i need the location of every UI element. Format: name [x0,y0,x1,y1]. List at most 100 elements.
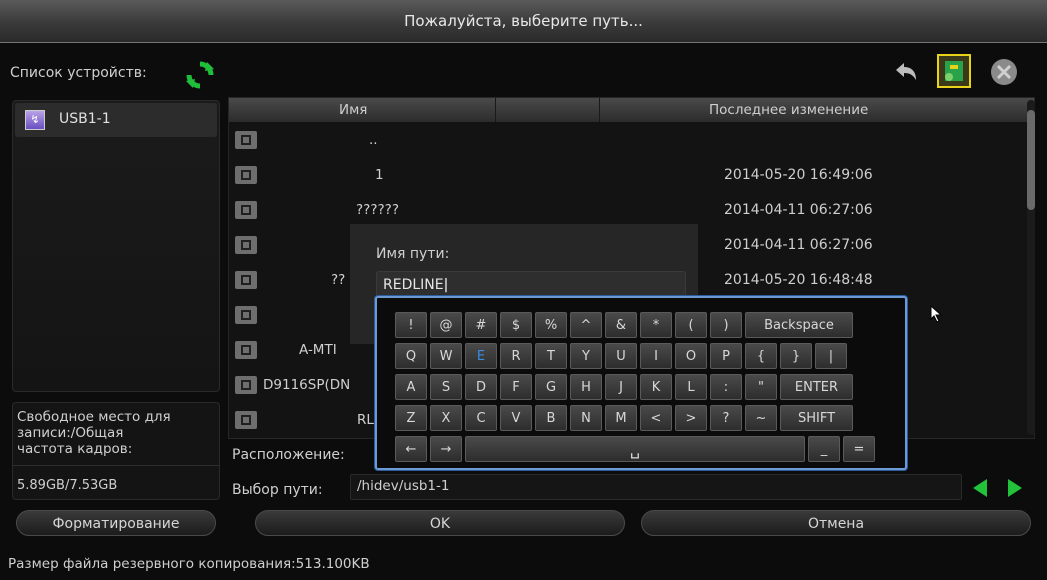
key-i[interactable]: I [640,343,672,369]
cancel-button[interactable]: Отмена [641,510,1031,536]
folder-icon [235,131,257,149]
path-name-input[interactable]: REDLINE| [376,271,686,298]
location-label: Расположение: [232,447,345,463]
key-l[interactable]: L [675,374,707,400]
key-=[interactable]: = [843,436,875,462]
free-space-label-line: записи:/Общая [17,425,124,441]
file-name: .. [369,132,378,148]
key-b[interactable]: B [535,405,567,431]
file-list-header: Имя Последнее изменение [229,98,1034,122]
file-row[interactable]: 1 2014-05-20 16:49:06 [229,158,1024,192]
file-date: 2014-04-11 06:27:06 [724,237,873,253]
new-folder-icon[interactable] [937,54,971,88]
key-^[interactable]: ^ [570,312,602,338]
column-header-name[interactable]: Имя [339,98,367,122]
key-z[interactable]: Z [395,405,427,431]
key-v[interactable]: V [500,405,532,431]
key-![interactable]: ! [395,312,427,338]
key-p[interactable]: P [710,343,742,369]
key-e[interactable]: E [465,343,497,369]
file-name: D9116SP(DN [263,377,351,393]
path-value: /hidev/usb1-1 [357,478,450,494]
key-left[interactable]: ← [395,436,427,462]
key-|[interactable]: | [815,343,847,369]
next-arrow-icon[interactable] [1008,479,1022,497]
path-field[interactable]: /hidev/usb1-1 [350,474,962,500]
key-"[interactable]: " [745,374,777,400]
free-space-box: Свободное место для записи:/Общая частот… [12,402,220,500]
file-name: RL [357,412,374,428]
key-space[interactable]: ␣ [465,436,805,462]
key-backspace[interactable]: Backspace [745,312,853,338]
ok-button[interactable]: OK [255,510,625,536]
key-c[interactable]: C [465,405,497,431]
file-name: ?? [331,272,346,288]
scrollbar-thumb[interactable] [1027,110,1035,210]
key-:[interactable]: : [710,374,742,400]
file-row[interactable]: ?????? 2014-04-11 06:27:06 [229,193,1024,227]
key-m[interactable]: M [605,405,637,431]
key-{[interactable]: { [745,343,777,369]
path-name-value: REDLINE [383,277,444,293]
text-cursor: | [443,277,449,293]
key-r[interactable]: R [500,343,532,369]
file-date: 2014-05-20 16:49:06 [724,167,873,183]
close-icon[interactable] [988,56,1020,88]
folder-icon [235,411,257,429]
refresh-icon[interactable] [185,60,215,90]
key-}[interactable]: } [780,343,812,369]
device-item-usb1-1[interactable]: ↯ USB1-1 [15,103,217,137]
key-@[interactable]: @ [430,312,462,338]
free-space-label-line: частота кадров: [17,441,133,457]
file-row[interactable]: .. [229,123,1024,157]
key-#[interactable]: # [465,312,497,338]
key-f[interactable]: F [500,374,532,400]
file-date: 2014-05-20 16:48:48 [724,272,873,288]
key-g[interactable]: G [535,374,567,400]
key-([interactable]: ( [675,312,707,338]
format-button[interactable]: Форматирование [16,510,216,536]
key-<[interactable]: < [640,405,672,431]
on-screen-keyboard: ! @ # $% ^ & *() Backspace Q W E R T Y U I O P{} | A S D F G H J K… [375,296,907,470]
key-a[interactable]: A [395,374,427,400]
key-d[interactable]: D [465,374,497,400]
free-space-label-line: Свободное место для [17,409,171,425]
key-&[interactable]: & [605,312,637,338]
key-s[interactable]: S [430,374,462,400]
key-*[interactable]: * [640,312,672,338]
key-shift[interactable]: SHIFT [780,405,853,431]
key-right[interactable]: → [430,436,462,462]
usb-drive-icon: ↯ [25,110,45,130]
key-n[interactable]: N [570,405,602,431]
file-name: 1 [375,167,384,183]
key-u[interactable]: U [605,343,637,369]
key-$[interactable]: $ [500,312,532,338]
column-header-modified[interactable]: Последнее изменение [709,98,868,122]
column-separator [599,98,600,122]
free-space-label: Свободное место для записи:/Общая частот… [17,409,171,457]
free-space-value: 5.89GB/7.53GB [17,478,118,493]
key-t[interactable]: T [535,343,567,369]
key-y[interactable]: Y [570,343,602,369]
key-k[interactable]: K [640,374,672,400]
previous-arrow-icon[interactable] [973,479,987,497]
back-icon[interactable] [890,56,922,88]
key-%[interactable]: % [535,312,567,338]
dialog-title: Пожалуйста, выберите путь... [0,0,1047,43]
key-_[interactable]: _ [808,436,840,462]
key-)[interactable]: ) [710,312,742,338]
key-enter[interactable]: ENTER [780,374,853,400]
file-date: 2014-04-11 06:27:06 [724,202,873,218]
folder-icon [235,306,257,324]
key-h[interactable]: H [570,374,602,400]
key-~[interactable]: ~ [745,405,777,431]
file-list-scrollbar[interactable] [1027,100,1035,435]
key-w[interactable]: W [430,343,462,369]
key-?[interactable]: ? [710,405,742,431]
key-o[interactable]: O [675,343,707,369]
key-j[interactable]: J [605,374,637,400]
key-q[interactable]: Q [395,343,427,369]
key-x[interactable]: X [430,405,462,431]
key->[interactable]: > [675,405,707,431]
folder-icon [235,376,257,394]
